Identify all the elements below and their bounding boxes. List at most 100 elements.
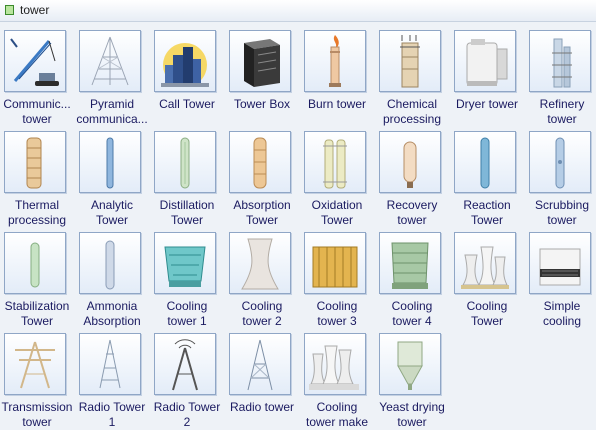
cooling-tower-cluster-icon[interactable] xyxy=(304,333,366,395)
shape-label-line1: Call Tower xyxy=(159,97,215,111)
cooling-tower-group-icon[interactable] xyxy=(454,232,516,294)
shape-label-line2: tower 2 xyxy=(242,314,282,328)
shape-item-dryer-tower[interactable]: Dryer tower xyxy=(452,26,527,126)
thermal-column-icon[interactable] xyxy=(4,131,66,193)
shape-label-line2: 2 xyxy=(183,415,191,429)
shape-item-cooling-tower-3[interactable]: Cooling tower 3 xyxy=(302,228,377,328)
shape-item-oxidation-tower[interactable]: Oxidation Tower xyxy=(302,127,377,227)
shape-label-line2: Tower xyxy=(470,213,503,227)
shape-label-line1: Oxidation xyxy=(311,198,363,212)
shape-label-line1: Transmission xyxy=(1,400,73,414)
shape-label-line1: Ammonia xyxy=(86,299,138,313)
shape-item-reaction-tower[interactable]: Reaction Tower xyxy=(452,127,527,227)
shape-label: Analytic Tower xyxy=(75,198,149,228)
shape-label: Cooling tower 3 xyxy=(300,299,374,329)
shape-item-analytic-tower[interactable]: Analytic Tower xyxy=(77,127,152,227)
shape-label-line2: tower xyxy=(22,415,52,429)
dryer-tower-icon[interactable] xyxy=(454,30,516,92)
transmission-pylon-icon[interactable] xyxy=(4,333,66,395)
distillation-column-icon[interactable] xyxy=(154,131,216,193)
shape-item-scrubbing-tower[interactable]: Scrubbing tower xyxy=(527,127,596,227)
shape-item-ammonia-absorption[interactable]: Ammonia Absorption xyxy=(77,228,152,328)
shape-label-line1: Scrubbing xyxy=(534,198,590,212)
hyperbolic-tower-icon[interactable] xyxy=(229,232,291,294)
shape-item-distillation-tower[interactable]: Distillation Tower xyxy=(152,127,227,227)
shape-label: Burn tower xyxy=(300,97,374,112)
shape-item-tower-box[interactable]: Tower Box xyxy=(227,26,302,126)
shape-item-transmission-tower[interactable]: Transmission tower xyxy=(2,329,77,429)
shape-label-line2: tower make xyxy=(305,415,369,429)
radio-antenna-icon[interactable] xyxy=(154,333,216,395)
shape-item-communication-tower[interactable]: Communic... tower xyxy=(2,26,77,126)
server-box-icon[interactable] xyxy=(229,30,291,92)
shape-item-cooling-tower-make[interactable]: Cooling tower make xyxy=(302,329,377,429)
shape-item-recovery-tower[interactable]: Recovery tower xyxy=(377,127,452,227)
shape-item-pyramid-communication[interactable]: Pyramid communica... xyxy=(75,26,152,127)
shape-label: Stabilization Tower xyxy=(0,299,74,329)
shape-item-yeast-drying-tower[interactable]: Yeast drying tower xyxy=(377,329,452,429)
shape-item-chemical-processing[interactable]: Chemical processing xyxy=(377,26,452,126)
shape-label: Absorption Tower xyxy=(225,198,299,228)
shape-label: Scrubbing tower xyxy=(525,198,596,228)
yeast-drying-tower-icon[interactable] xyxy=(379,333,441,395)
reaction-column-icon[interactable] xyxy=(454,131,516,193)
shape-item-radio-tower[interactable]: Radio tower xyxy=(227,329,302,429)
shape-label-line1: Cooling xyxy=(466,299,508,313)
shape-label: Cooling tower 4 xyxy=(375,299,449,329)
shape-label-line2: 1 xyxy=(108,415,116,429)
shape-library-titlebar[interactable]: tower xyxy=(0,0,596,22)
oxidation-column-icon[interactable] xyxy=(304,131,366,193)
shape-item-burn-tower[interactable]: Burn tower xyxy=(302,26,377,126)
absorption-column-icon[interactable] xyxy=(229,131,291,193)
shape-label-line1: Analytic xyxy=(90,198,134,212)
chemical-tower-icon[interactable] xyxy=(379,30,441,92)
cooling-tower-round-icon[interactable] xyxy=(154,232,216,294)
shape-label-line1: Distillation xyxy=(159,198,215,212)
cooling-tower-green-icon[interactable] xyxy=(379,232,441,294)
shape-label-line1: Yeast drying xyxy=(379,400,445,414)
radio-lattice-icon[interactable] xyxy=(229,333,291,395)
shape-item-cooling-tower[interactable]: Cooling Tower xyxy=(452,228,527,328)
shape-grid: Communic... tower Pyramid communica... Call … xyxy=(0,22,596,429)
shape-label: Pyramid communica... xyxy=(75,97,149,127)
shape-label: Radio Tower 2 xyxy=(150,400,224,430)
cooling-tower-box-icon[interactable] xyxy=(304,232,366,294)
pyramid-mast-icon[interactable] xyxy=(79,30,141,92)
shape-label-line1: Simple xyxy=(543,299,581,313)
shape-label-line1: Cooling xyxy=(391,299,433,313)
stabilization-column-icon[interactable] xyxy=(4,232,66,294)
shape-item-simple-cooling[interactable]: Simple cooling xyxy=(527,228,596,328)
shape-label-line1: Thermal xyxy=(14,198,59,212)
recovery-vessel-icon[interactable] xyxy=(379,131,441,193)
shape-item-radio-tower-1[interactable]: Radio Tower 1 xyxy=(77,329,152,429)
shape-label: Yeast drying tower xyxy=(375,400,449,430)
city-tower-icon[interactable] xyxy=(154,30,216,92)
library-folder-icon xyxy=(5,5,14,15)
scrubbing-column-icon[interactable] xyxy=(529,131,591,193)
shape-item-absorption-tower[interactable]: Absorption Tower xyxy=(227,127,302,227)
shape-item-cooling-tower-4[interactable]: Cooling tower 4 xyxy=(377,228,452,328)
shape-item-radio-tower-2[interactable]: Radio Tower 2 xyxy=(152,329,227,429)
shape-item-thermal-processing[interactable]: Thermal processing xyxy=(2,127,77,227)
flare-stack-icon[interactable] xyxy=(304,30,366,92)
shape-label-line1: Recovery xyxy=(386,198,438,212)
shape-label: Distillation Tower xyxy=(150,198,224,228)
shape-label-line1: Reaction xyxy=(463,198,511,212)
crane-icon[interactable] xyxy=(4,30,66,92)
shape-item-cooling-tower-1[interactable]: Cooling tower 1 xyxy=(152,228,227,328)
shape-label: Cooling Tower xyxy=(450,299,524,329)
shape-item-call-tower[interactable]: Call Tower xyxy=(152,26,227,126)
shape-item-refinery-tower[interactable]: Refinery tower xyxy=(527,26,596,126)
shape-label: Thermal processing xyxy=(0,198,74,228)
simple-cooling-unit-icon[interactable] xyxy=(529,232,591,294)
shape-label: Tower Box xyxy=(225,97,299,112)
shape-label-line2: Tower xyxy=(245,213,278,227)
shape-item-stabilization-tower[interactable]: Stabilization Tower xyxy=(2,228,77,328)
shape-label: Cooling tower 2 xyxy=(225,299,299,329)
shape-label: Ammonia Absorption xyxy=(75,299,149,329)
radio-mast-icon[interactable] xyxy=(79,333,141,395)
ammonia-column-icon[interactable] xyxy=(79,232,141,294)
refinery-tower-icon[interactable] xyxy=(529,30,591,92)
shape-item-cooling-tower-2[interactable]: Cooling tower 2 xyxy=(227,228,302,328)
analytic-column-icon[interactable] xyxy=(79,131,141,193)
